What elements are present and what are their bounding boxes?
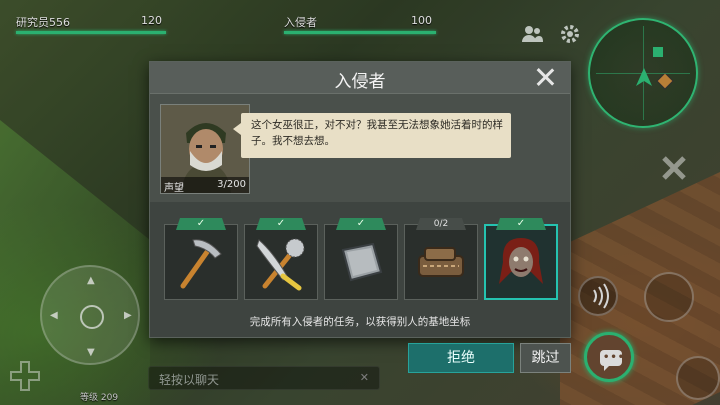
skip-button[interactable]: 跳过 — [520, 343, 571, 373]
task-complete-badge: ✓ — [256, 218, 306, 230]
axe-saw-icon — [256, 238, 305, 291]
speech-text: 这个女巫很正，对不对？我甚至无法想象她活着时的样子。我不想去想。 — [251, 119, 503, 147]
task-progress-badge: 0/2 — [416, 218, 466, 230]
task-list: ✓ ✓ ✓ 0/2 ✓ — [164, 214, 558, 300]
speech-bubble: 这个女巫很正，对不对？我甚至无法想象她活着时的样子。我不想去想。 — [233, 113, 511, 158]
task-hint: 完成所有入侵者的任务，以获得别人的基地坐标 — [249, 316, 471, 328]
task-item-active[interactable]: ✓ — [484, 218, 558, 300]
dialog-title: 入侵者 — [334, 72, 386, 92]
task-item[interactable]: ✓ — [164, 218, 238, 300]
gear-parts-icon — [418, 247, 464, 277]
task-item[interactable]: 0/2 — [404, 218, 478, 300]
metal-plate-icon — [341, 242, 383, 282]
close-icon[interactable] — [534, 66, 556, 88]
task-complete-badge: ✓ — [176, 218, 226, 230]
pickaxe-icon — [180, 239, 222, 289]
invader-portrait: 声望 3/200 — [160, 104, 250, 194]
zombie-head-icon — [499, 238, 543, 284]
task-item[interactable]: ✓ — [324, 218, 398, 300]
dialog-header: 入侵者 — [150, 62, 570, 94]
reputation-label: 声望 — [164, 183, 184, 194]
reject-button[interactable]: 拒绝 — [408, 343, 514, 373]
reputation-value: 3/200 — [217, 179, 246, 190]
task-complete-badge: ✓ — [336, 218, 386, 230]
dialog-body: 声望 3/200 这个女巫很正，对不对？我甚至无法想象她活着时的样子。我不想去想… — [150, 94, 570, 202]
invader-dialog: 入侵者 声望 3/200 这个女巫很正，对不对？我甚至无法想象她活着时的样子。我… — [149, 61, 571, 338]
portrait-footer: 声望 3/200 — [161, 177, 249, 193]
task-item[interactable]: ✓ — [244, 218, 318, 300]
task-complete-badge: ✓ — [496, 218, 546, 230]
